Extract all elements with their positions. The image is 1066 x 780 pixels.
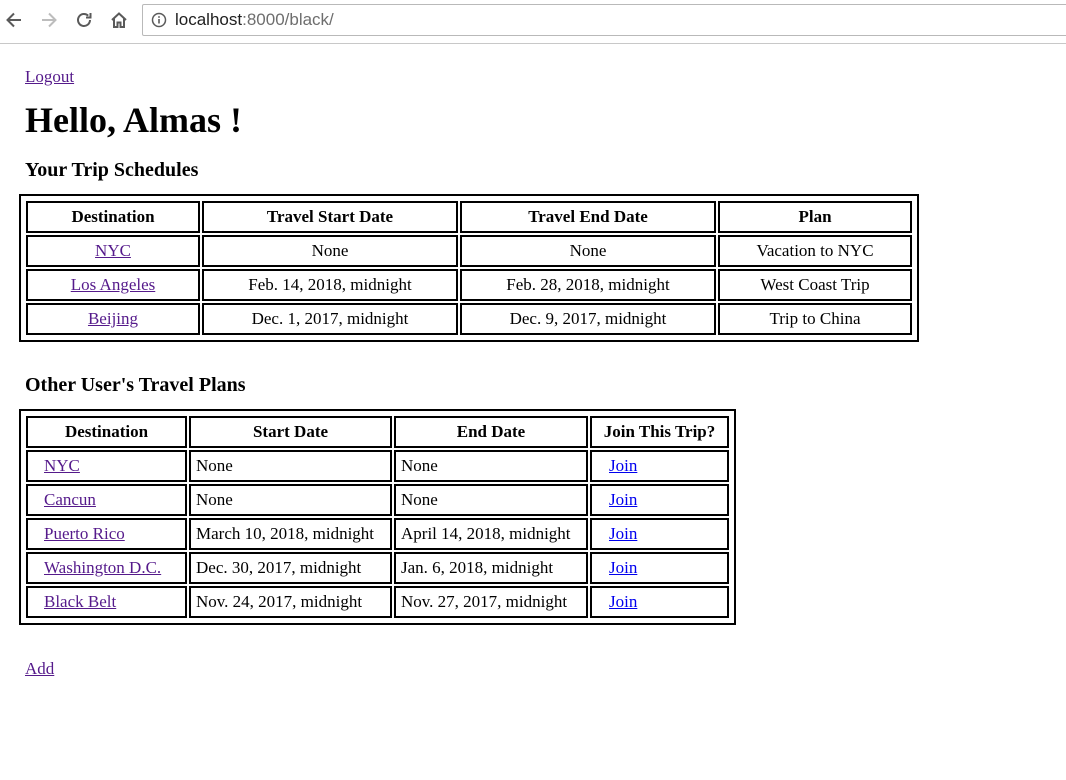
table-row: Black Belt Nov. 24, 2017, midnight Nov. … xyxy=(26,586,729,618)
end-date-cell: Feb. 28, 2018, midnight xyxy=(460,269,716,301)
join-cell: Join xyxy=(590,586,729,618)
forward-arrow-icon xyxy=(42,12,57,28)
home-button[interactable] xyxy=(107,8,131,32)
url-text: localhost:8000/black/ xyxy=(175,10,334,29)
join-link[interactable]: Join xyxy=(609,558,637,577)
forward-button[interactable] xyxy=(37,8,61,32)
join-link[interactable]: Join xyxy=(609,592,637,611)
start-date-cell: None xyxy=(189,450,392,482)
trip-schedules-table: Destination Travel Start Date Travel End… xyxy=(19,194,919,342)
table-row: NYC None None Vacation to NYC xyxy=(26,235,912,267)
table-row: Beijing Dec. 1, 2017, midnight Dec. 9, 2… xyxy=(26,303,912,335)
back-arrow-icon xyxy=(6,12,21,28)
page-title: Hello, Almas ! xyxy=(25,100,242,140)
destination-cell: Puerto Rico xyxy=(26,518,187,550)
destination-link[interactable]: Beijing xyxy=(88,309,138,328)
destination-cell: Washington D.C. xyxy=(26,552,187,584)
reload-button[interactable] xyxy=(72,8,96,32)
destination-link[interactable]: Los Angeles xyxy=(71,275,156,294)
browser-toolbar: localhost:8000/black/ xyxy=(0,0,1066,44)
end-date-cell: Dec. 9, 2017, midnight xyxy=(460,303,716,335)
column-header-end-date: Travel End Date xyxy=(460,201,716,233)
destination-link[interactable]: NYC xyxy=(44,456,80,475)
start-date-cell: Nov. 24, 2017, midnight xyxy=(189,586,392,618)
destination-cell: NYC xyxy=(26,235,200,267)
home-icon xyxy=(111,12,127,28)
column-header-start-date: Travel Start Date xyxy=(202,201,458,233)
column-header-join: Join This Trip? xyxy=(590,416,729,448)
destination-link[interactable]: NYC xyxy=(95,241,131,260)
other-travel-plans-table: Destination Start Date End Date Join Thi… xyxy=(19,409,736,625)
table-header-row: Destination Travel Start Date Travel End… xyxy=(26,201,912,233)
start-date-cell: Feb. 14, 2018, midnight xyxy=(202,269,458,301)
trips-heading: Your Trip Schedules xyxy=(25,159,199,181)
join-cell: Join xyxy=(590,552,729,584)
plan-cell: West Coast Trip xyxy=(718,269,912,301)
destination-cell: Black Belt xyxy=(26,586,187,618)
reload-icon xyxy=(77,13,92,27)
start-date-cell: Dec. 30, 2017, midnight xyxy=(189,552,392,584)
destination-cell: NYC xyxy=(26,450,187,482)
end-date-cell: None xyxy=(460,235,716,267)
add-link[interactable]: Add xyxy=(25,659,54,679)
table-row: Los Angeles Feb. 14, 2018, midnight Feb.… xyxy=(26,269,912,301)
others-heading: Other User's Travel Plans xyxy=(25,374,246,396)
start-date-cell: None xyxy=(202,235,458,267)
end-date-cell: April 14, 2018, midnight xyxy=(394,518,588,550)
address-bar[interactable]: localhost:8000/black/ xyxy=(142,4,1066,36)
column-header-destination: Destination xyxy=(26,416,187,448)
column-header-plan: Plan xyxy=(718,201,912,233)
column-header-destination: Destination xyxy=(26,201,200,233)
column-header-start-date: Start Date xyxy=(189,416,392,448)
start-date-cell: Dec. 1, 2017, midnight xyxy=(202,303,458,335)
join-cell: Join xyxy=(590,518,729,550)
logout-link[interactable]: Logout xyxy=(25,67,74,87)
destination-cell: Los Angeles xyxy=(26,269,200,301)
destination-cell: Beijing xyxy=(26,303,200,335)
end-date-cell: Nov. 27, 2017, midnight xyxy=(394,586,588,618)
plan-cell: Trip to China xyxy=(718,303,912,335)
join-link[interactable]: Join xyxy=(609,456,637,475)
column-header-end-date: End Date xyxy=(394,416,588,448)
join-link[interactable]: Join xyxy=(609,490,637,509)
start-date-cell: March 10, 2018, midnight xyxy=(189,518,392,550)
destination-cell: Cancun xyxy=(26,484,187,516)
end-date-cell: None xyxy=(394,450,588,482)
end-date-cell: None xyxy=(394,484,588,516)
destination-link[interactable]: Washington D.C. xyxy=(44,558,161,577)
destination-link[interactable]: Cancun xyxy=(44,490,96,509)
back-button[interactable] xyxy=(2,8,26,32)
table-header-row: Destination Start Date End Date Join Thi… xyxy=(26,416,729,448)
table-row: Cancun None None Join xyxy=(26,484,729,516)
plan-cell: Vacation to NYC xyxy=(718,235,912,267)
join-link[interactable]: Join xyxy=(609,524,637,543)
join-cell: Join xyxy=(590,450,729,482)
join-cell: Join xyxy=(590,484,729,516)
destination-link[interactable]: Puerto Rico xyxy=(44,524,125,543)
table-row: NYC None None Join xyxy=(26,450,729,482)
destination-link[interactable]: Black Belt xyxy=(44,592,116,611)
info-icon xyxy=(151,12,167,28)
start-date-cell: None xyxy=(189,484,392,516)
end-date-cell: Jan. 6, 2018, midnight xyxy=(394,552,588,584)
table-row: Washington D.C. Dec. 30, 2017, midnight … xyxy=(26,552,729,584)
table-row: Puerto Rico March 10, 2018, midnight Apr… xyxy=(26,518,729,550)
